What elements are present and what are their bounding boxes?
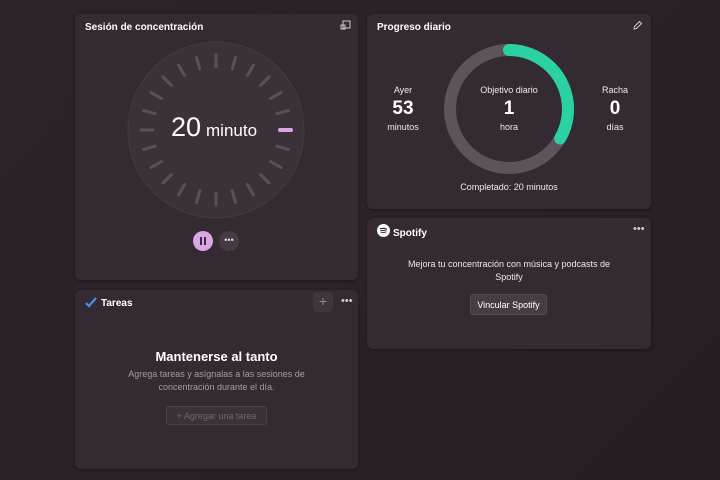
more-icon[interactable]: ••• [341, 296, 353, 307]
daily-progress-card: Progreso diario Ayer 53 minutos Objetivo… [367, 14, 651, 209]
tasks-empty-description: Agrega tareas y asígnalas a las sesiones… [128, 369, 305, 392]
focus-session-title: Sesión de concentración [85, 22, 204, 33]
plus-icon: + [318, 293, 328, 309]
add-task-button[interactable]: + Agregar una tarea [166, 406, 267, 425]
spotify-logo: Spotify [377, 224, 427, 242]
add-task-icon-button[interactable]: + [313, 292, 333, 312]
pencil-icon[interactable] [632, 20, 643, 34]
link-spotify-button[interactable]: Vincular Spotify [470, 294, 547, 315]
stat-streak-unit: días [606, 122, 624, 132]
more-icon[interactable]: ••• [633, 224, 645, 235]
pause-icon [199, 237, 207, 245]
spotify-card: Spotify ••• Mejora tu concentración con … [367, 218, 651, 349]
popout-icon[interactable] [340, 20, 351, 34]
spotify-description: Mejora tu concentración con música y pod… [407, 259, 611, 282]
tasks-empty-heading: Mantenerse al tanto [155, 349, 278, 364]
spotify-icon [377, 224, 390, 242]
stat-streak-label: Racha [601, 85, 628, 95]
todo-check-icon [85, 295, 97, 313]
more-icon: ••• [224, 235, 234, 245]
stat-streak-value: 0 [609, 98, 621, 119]
spotify-name: Spotify [393, 227, 427, 239]
stat-yesterday: Ayer 53 minutos [377, 85, 429, 132]
stat-goal-value: 1 [503, 98, 515, 119]
stat-daily-goal: Objetivo diario 1 hora [467, 85, 551, 132]
completed-text: Completado: 20 minutos [460, 182, 558, 192]
timer-unit-label: minuto [206, 121, 258, 140]
stat-streak: Racha 0 días [588, 85, 642, 132]
focus-session-card: Sesión de concentración 20 minuto ••• [75, 14, 358, 280]
daily-progress-title: Progreso diario [377, 22, 451, 33]
stat-goal-label: Objetivo diario [480, 85, 538, 95]
timer-minutes-value: 20 [171, 112, 202, 142]
tasks-title: Tareas [101, 298, 133, 309]
stat-goal-unit: hora [499, 122, 518, 132]
stat-yesterday-label: Ayer [393, 85, 413, 95]
focus-more-button[interactable]: ••• [219, 231, 239, 251]
tasks-card: Tareas + ••• Mantenerse al tanto Agrega … [75, 290, 358, 469]
stat-yesterday-unit: minutos [387, 122, 419, 132]
stat-yesterday-value: 53 [392, 98, 414, 119]
pause-button[interactable] [193, 231, 213, 251]
